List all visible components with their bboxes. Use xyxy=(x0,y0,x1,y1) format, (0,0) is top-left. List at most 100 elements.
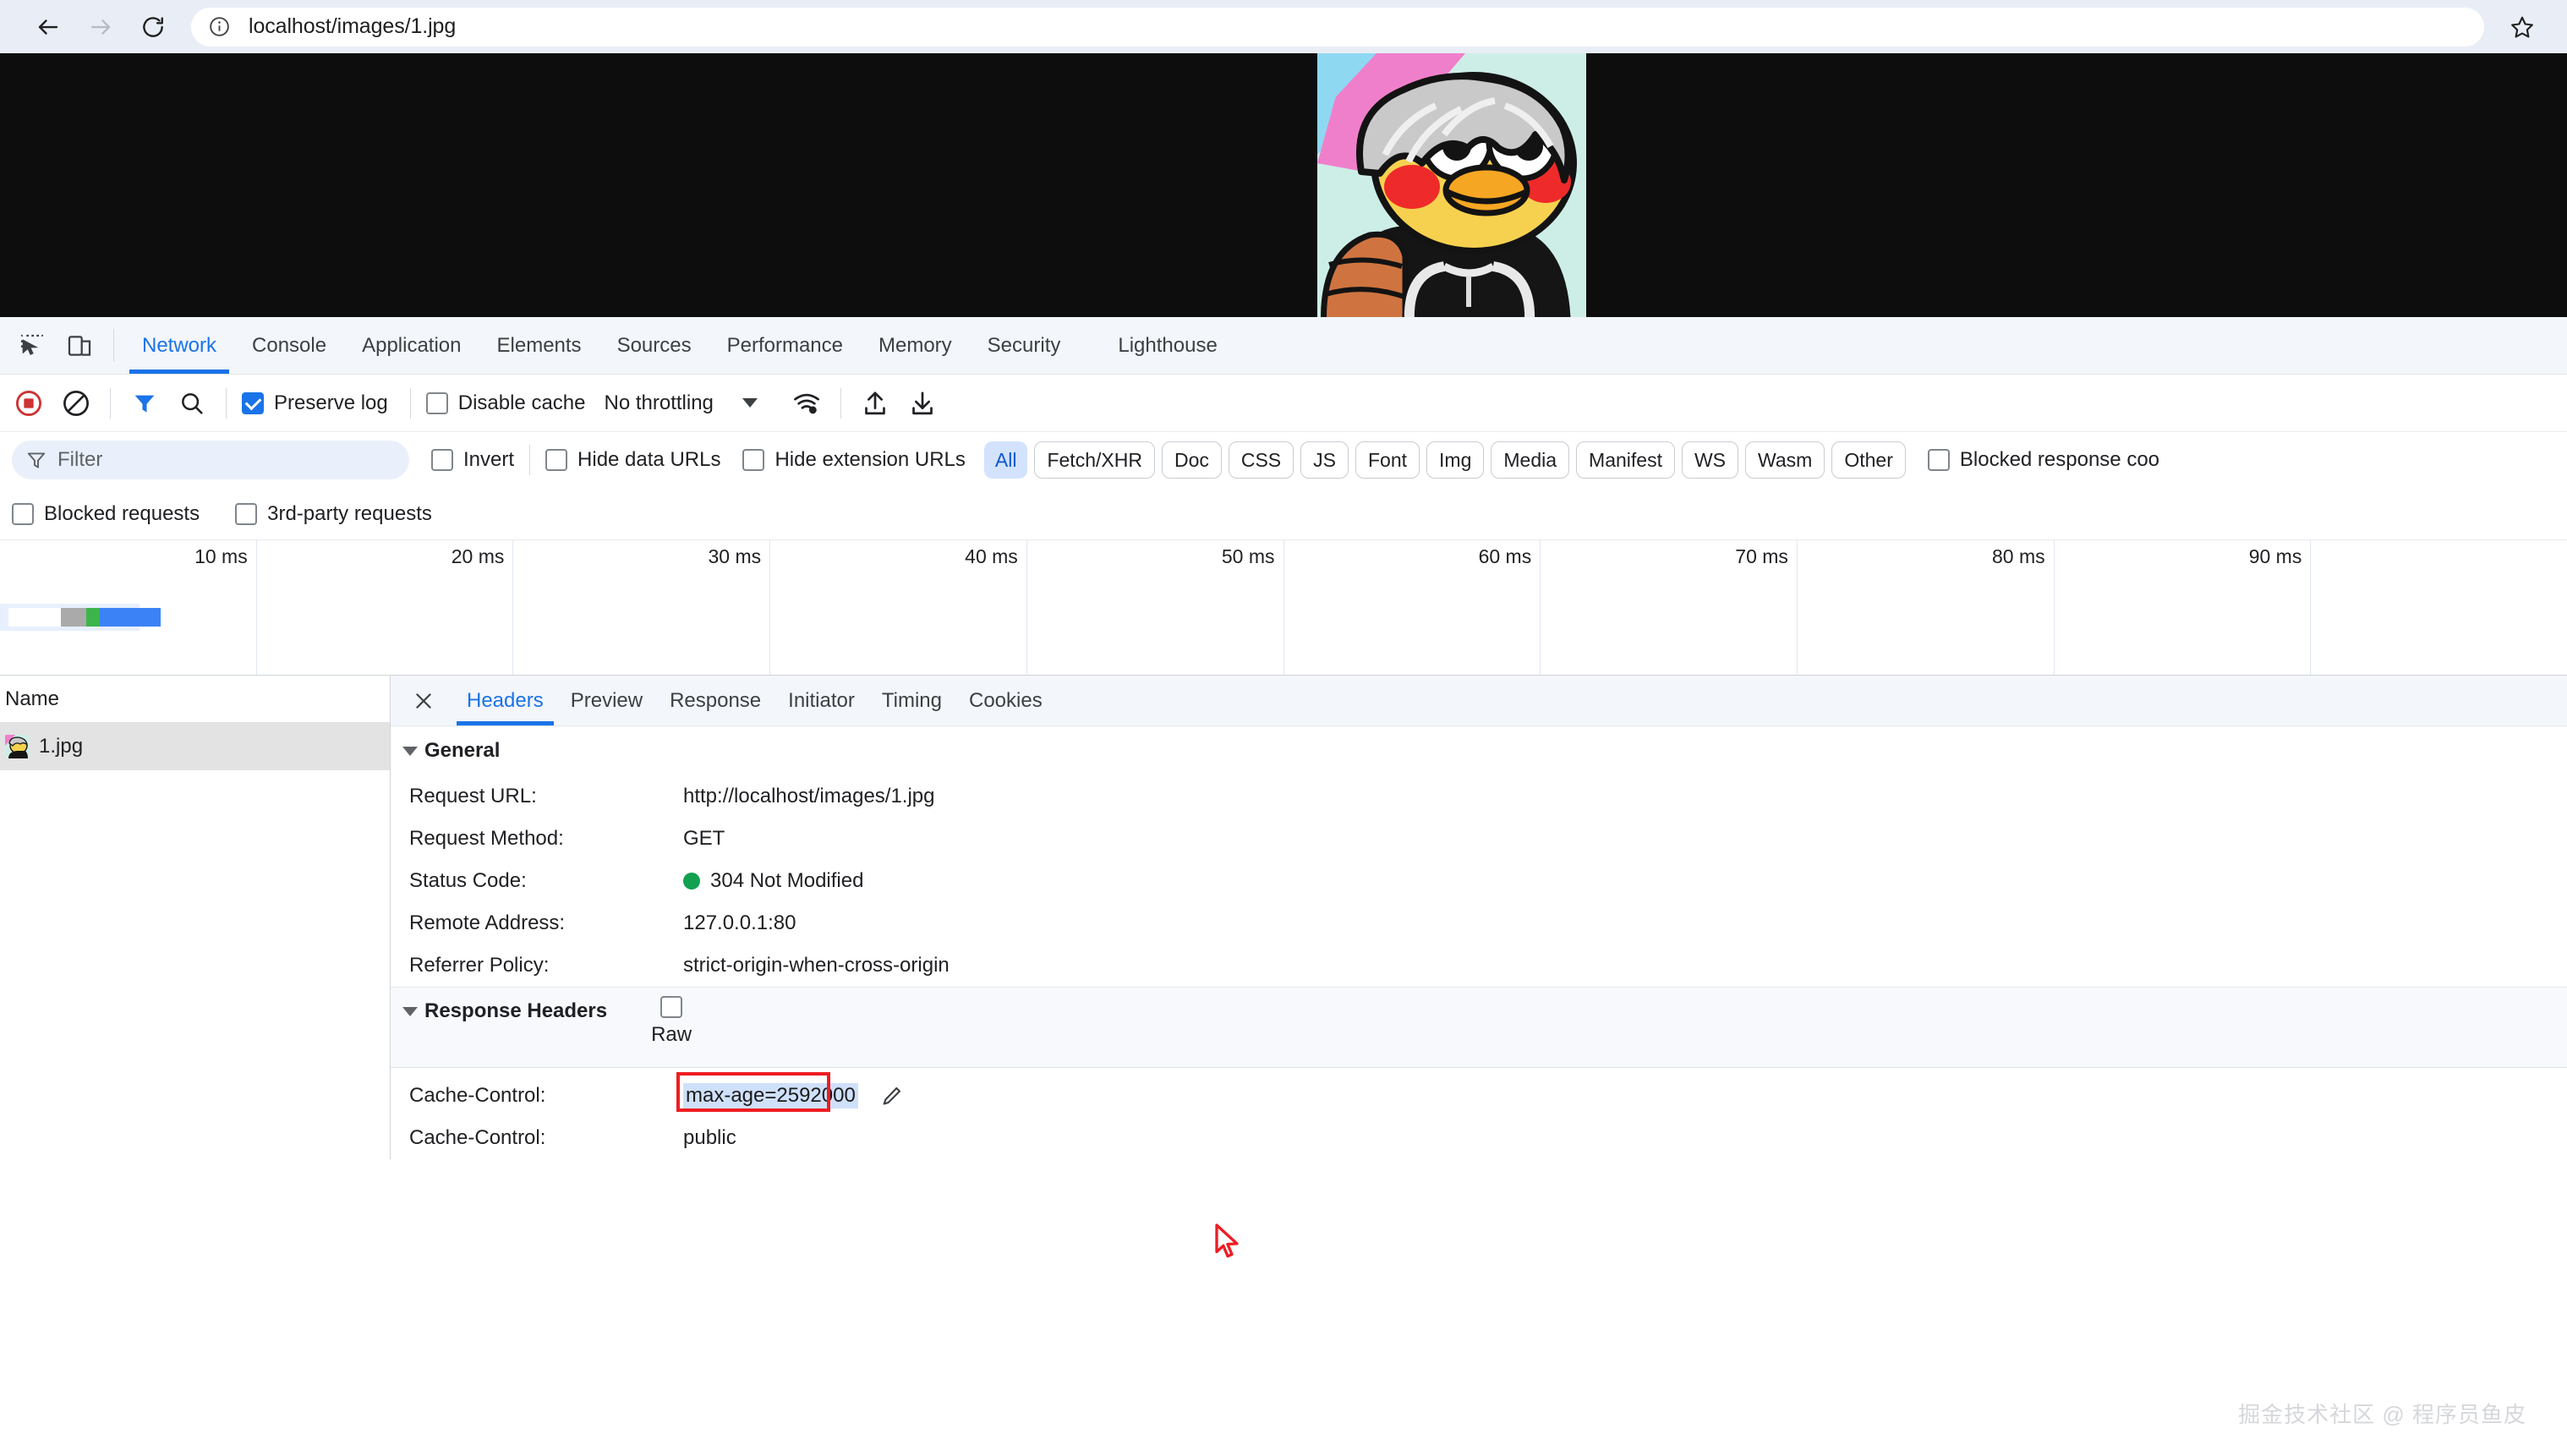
tab-sources[interactable]: Sources xyxy=(599,317,709,374)
detail-tab-response[interactable]: Response xyxy=(656,676,774,725)
type-filter-media[interactable]: Media xyxy=(1491,441,1569,479)
image-thumbnail-icon xyxy=(5,735,29,758)
checkbox-box[interactable] xyxy=(545,449,567,471)
type-filter-css[interactable]: CSS xyxy=(1229,441,1294,479)
triangle-down-icon[interactable] xyxy=(402,747,418,756)
timeline-cell: 50 ms xyxy=(1027,540,1284,675)
record-stop-icon[interactable] xyxy=(5,380,52,427)
hide-data-urls-checkbox[interactable]: Hide data URLs xyxy=(545,448,720,472)
checkbox-box[interactable] xyxy=(242,392,264,414)
invert-checkbox[interactable]: Invert xyxy=(431,448,514,472)
column-header-name: Name xyxy=(5,687,59,711)
checkbox-box[interactable] xyxy=(426,392,448,414)
general-section-title[interactable]: General xyxy=(391,726,2567,775)
header-value-editable[interactable]: max-age=2592000 xyxy=(683,1083,903,1108)
checkbox-box[interactable] xyxy=(431,449,453,471)
timeline-tick-label: 90 ms xyxy=(2249,545,2302,568)
forward-button[interactable] xyxy=(74,1,127,53)
type-filter-manifest[interactable]: Manifest xyxy=(1576,441,1675,479)
search-input[interactable]: Filter xyxy=(12,441,409,479)
address-bar[interactable]: localhost/images/1.jpg xyxy=(191,8,2484,47)
request-list-header[interactable]: Name xyxy=(0,676,390,723)
timeline-cell: 40 ms xyxy=(770,540,1027,675)
upload-arrow-icon[interactable] xyxy=(851,380,899,427)
detail-tab-label: Response xyxy=(670,689,761,713)
tab-performance[interactable]: Performance xyxy=(709,317,861,374)
filter-funnel-icon[interactable] xyxy=(121,380,168,427)
detail-tab-headers[interactable]: Headers xyxy=(453,676,557,725)
screenshot-root: localhost/images/1.jpg xyxy=(0,0,2567,1456)
response-headers-section-title[interactable]: Response Headers Raw xyxy=(391,987,2567,1068)
checkbox-box[interactable] xyxy=(742,449,764,471)
header-key: Cache-Control: xyxy=(409,1126,683,1150)
header-value: strict-origin-when-cross-origin xyxy=(683,954,950,977)
timeline-tick-label: 80 ms xyxy=(1992,545,2045,568)
back-button[interactable] xyxy=(22,1,74,53)
reload-button[interactable] xyxy=(127,1,179,53)
checkbox-box[interactable] xyxy=(12,503,34,525)
cache-control-value[interactable]: max-age=2592000 xyxy=(683,1083,858,1108)
detail-tabbar: Headers Preview Response Initiator Timin… xyxy=(391,676,2567,726)
type-filter-other[interactable]: Other xyxy=(1831,441,1906,479)
clear-network-icon[interactable] xyxy=(52,380,100,427)
throttling-select[interactable]: No throttling xyxy=(604,391,757,415)
pill-label: WS xyxy=(1694,449,1726,472)
preserve-log-checkbox[interactable]: Preserve log xyxy=(242,391,388,415)
request-row[interactable]: 1.jpg xyxy=(0,723,390,770)
detail-tab-initiator[interactable]: Initiator xyxy=(774,676,868,725)
triangle-down-icon[interactable] xyxy=(402,1007,418,1016)
chevron-down-icon[interactable] xyxy=(742,398,758,408)
star-icon[interactable] xyxy=(2499,4,2545,50)
search-icon[interactable] xyxy=(168,380,216,427)
disable-cache-checkbox[interactable]: Disable cache xyxy=(426,391,586,415)
timeline-cell: 20 ms xyxy=(257,540,514,675)
page-viewport xyxy=(0,53,2567,317)
tab-label: Security xyxy=(988,334,1061,358)
info-circle-icon[interactable] xyxy=(206,14,232,40)
detail-tab-preview[interactable]: Preview xyxy=(557,676,656,725)
tab-security[interactable]: Security xyxy=(970,317,1079,374)
pencil-edit-icon[interactable] xyxy=(880,1085,903,1108)
pill-label: Doc xyxy=(1174,449,1209,472)
timeline-cell: 70 ms xyxy=(1541,540,1798,675)
pill-label: All xyxy=(995,449,1017,472)
detail-tab-timing[interactable]: Timing xyxy=(868,676,955,725)
type-filter-font[interactable]: Font xyxy=(1355,441,1420,479)
headers-body: General Request URL: http://localhost/im… xyxy=(391,726,2567,1159)
type-filter-ws[interactable]: WS xyxy=(1682,441,1738,479)
type-filter-wasm[interactable]: Wasm xyxy=(1745,441,1825,479)
network-overview-timeline[interactable]: 10 ms 20 ms 30 ms 40 ms 50 ms 60 ms 70 m… xyxy=(0,540,2567,676)
blocked-response-cookies-checkbox[interactable]: Blocked response coo xyxy=(1928,448,2159,472)
pill-label: JS xyxy=(1313,449,1336,472)
request-name: 1.jpg xyxy=(39,735,83,758)
detail-tab-cookies[interactable]: Cookies xyxy=(955,676,1056,725)
tab-elements[interactable]: Elements xyxy=(479,317,599,374)
section-label-wrap[interactable]: Response Headers xyxy=(402,999,607,1023)
tab-memory[interactable]: Memory xyxy=(861,317,970,374)
device-toolbar-icon[interactable] xyxy=(56,317,103,374)
type-filter-doc[interactable]: Doc xyxy=(1162,441,1222,479)
tab-lighthouse[interactable]: Lighthouse xyxy=(1100,317,1234,374)
download-arrow-icon[interactable] xyxy=(899,380,946,427)
toolbar-divider xyxy=(226,388,227,419)
third-party-requests-checkbox[interactable]: 3rd-party requests xyxy=(235,502,432,526)
tab-label: Elements xyxy=(497,334,582,358)
raw-toggle[interactable]: Raw xyxy=(651,996,692,1047)
tab-application[interactable]: Application xyxy=(344,317,479,374)
type-filter-all[interactable]: All xyxy=(984,441,1028,479)
wifi-settings-icon[interactable] xyxy=(783,380,830,427)
hide-extension-urls-checkbox[interactable]: Hide extension URLs xyxy=(742,448,965,472)
tab-console[interactable]: Console xyxy=(234,317,344,374)
inspect-element-icon[interactable] xyxy=(8,317,56,374)
checkbox-box[interactable] xyxy=(1928,449,1950,471)
blocked-requests-checkbox[interactable]: Blocked requests xyxy=(12,502,200,526)
tab-label: Performance xyxy=(727,334,843,358)
tab-network[interactable]: Network xyxy=(124,317,234,374)
blocked-response-cookies-label: Blocked response coo xyxy=(1960,448,2159,472)
checkbox-box[interactable] xyxy=(235,503,257,525)
checkbox-box[interactable] xyxy=(660,996,682,1018)
close-icon[interactable] xyxy=(391,676,453,725)
type-filter-img[interactable]: Img xyxy=(1426,441,1484,479)
type-filter-fetch-xhr[interactable]: Fetch/XHR xyxy=(1034,441,1154,479)
type-filter-js[interactable]: JS xyxy=(1300,441,1349,479)
